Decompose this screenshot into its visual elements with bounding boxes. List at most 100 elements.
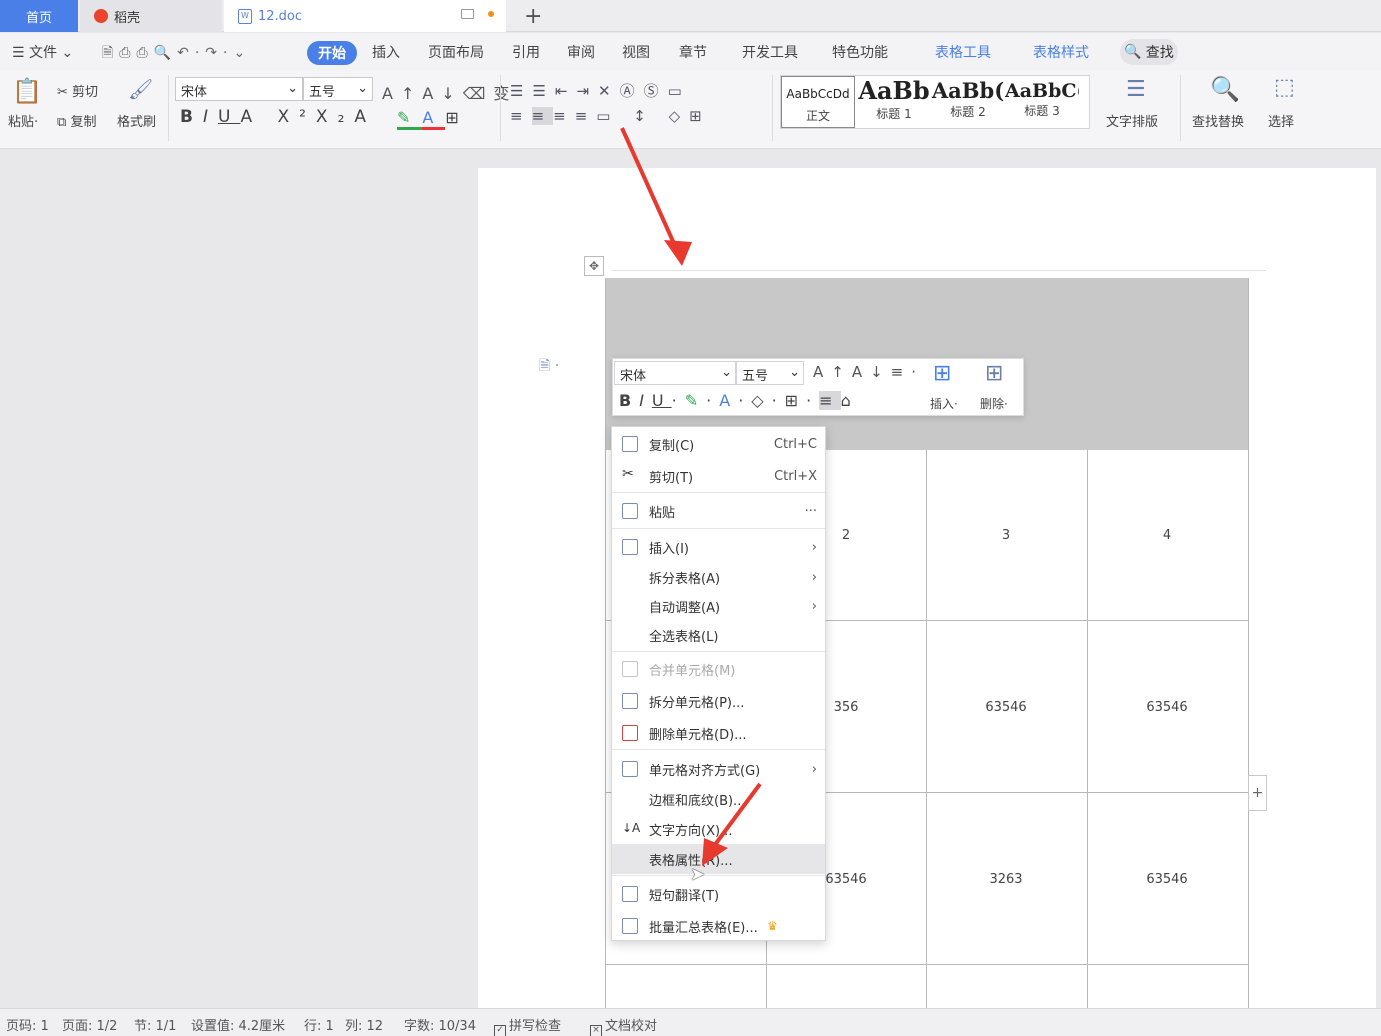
table-move-handle-icon[interactable]: ✥ [584, 256, 604, 276]
add-column-button[interactable]: + [1248, 775, 1267, 811]
spell-check-button[interactable]: ✓ 拼写检查 [494, 1015, 561, 1036]
page-margin-line [612, 270, 1266, 271]
menu-paste[interactable]: 粘贴 ··· [612, 496, 825, 526]
merge-cells-icon [622, 661, 638, 677]
style-heading-1[interactable]: AaBb 标题 1 [857, 76, 931, 128]
search-button[interactable]: 🔍 查找 [1120, 39, 1178, 65]
menu-split-cells[interactable]: 拆分单元格(P)... [612, 686, 825, 716]
table-cell[interactable]: 3 [926, 528, 1086, 543]
style-heading-3[interactable]: AaBbC(标题 3 [1005, 76, 1079, 128]
style-normal[interactable]: AaBbCcDd 正文 [781, 76, 855, 128]
font-family-select[interactable]: 宋体 ⌄ [175, 77, 303, 101]
checkbox-icon: ✓ [494, 1025, 506, 1036]
mini-insert-icon[interactable]: ⊞ [933, 361, 951, 386]
tab-home[interactable]: 首页 [0, 0, 78, 32]
status-words[interactable]: 字数: 10/34 [404, 1015, 476, 1034]
table-cell[interactable]: 63546 [1087, 872, 1247, 887]
crown-icon: ♛ [767, 919, 778, 933]
menu-bar: ☰ 文件 ⌄ 🗎⎙⎙🔍↶·↷·⌄ 开始 插入 页面布局 引用 审阅 视图 章节 … [0, 33, 1381, 71]
proof-icon: × [590, 1025, 602, 1036]
unsaved-dot-icon [488, 11, 494, 17]
select-icon[interactable]: ⬚ [1274, 75, 1295, 100]
file-menu[interactable]: ☰ 文件 ⌄ [12, 42, 73, 62]
style-heading-2[interactable]: AaBb(标题 2 [931, 76, 1005, 128]
tab-special[interactable]: 特色功能 [832, 42, 888, 62]
list-indent-icons[interactable]: ☰☰⇤⇥✕ⒶⓈ▭ [510, 80, 691, 101]
new-tab-button[interactable]: + [516, 0, 550, 32]
tab-daoke[interactable]: 稻壳 [80, 0, 222, 32]
tab-document[interactable]: W 12.doc [224, 0, 506, 32]
copy-icon: ⧉ [57, 115, 67, 130]
mini-font-grow-icons[interactable]: A↑A↓≡· [813, 363, 924, 381]
format-painter-icon[interactable]: 🖌 [128, 77, 153, 101]
style-gallery[interactable]: AaBbCcDd 正文 AaBb 标题 1 AaBb(标题 2 AaBbC(标题 3 [780, 75, 1090, 129]
annotation-arrow-icon [702, 782, 762, 866]
tab-view[interactable]: 视图 [622, 42, 650, 62]
search-icon: 🔍 [1124, 44, 1142, 60]
find-replace-icon[interactable]: 🔍 [1210, 75, 1240, 103]
paste-icon [622, 503, 638, 519]
menu-autofit[interactable]: 自动调整(A) › [612, 591, 825, 621]
table-cell[interactable]: 63546 [1087, 700, 1247, 715]
status-row: 行: 1 [304, 1019, 334, 1034]
tab-document-label: 12.doc [258, 8, 303, 24]
annotation-arrow-icon [620, 127, 692, 266]
status-bar: 页码: 1 页面: 1/2 节: 1/1 设置值: 4.2厘米 行: 1 列: … [0, 1008, 1381, 1036]
paste-icon[interactable]: 📋 [12, 77, 42, 105]
tab-insert[interactable]: 插入 [372, 42, 400, 62]
menu-delete-cells[interactable]: 删除单元格(D)... [612, 718, 825, 748]
menu-select-table[interactable]: 全选表格(L) [612, 620, 825, 650]
tab-home-label: 首页 [25, 10, 52, 26]
copy-button[interactable]: ⧉ 复制 [57, 111, 96, 130]
highlight-color-icons[interactable]: ✎A⊞ [397, 108, 471, 130]
tab-references[interactable]: 引用 [512, 42, 540, 62]
doc-proof-button[interactable]: × 文档校对 [590, 1015, 657, 1036]
tab-dev-tools[interactable]: 开发工具 [742, 42, 798, 62]
cut-button[interactable]: ✂ 剪切 [57, 81, 98, 100]
text-layout-icon[interactable]: ☰ [1126, 77, 1146, 102]
find-replace-button[interactable]: 查找替换 [1192, 111, 1244, 130]
menu-batch-summary[interactable]: 批量汇总表格(E)... ♛ [612, 911, 825, 941]
font-size-select[interactable]: 五号 ⌄ [303, 77, 373, 101]
mini-insert-button[interactable]: 插入· [930, 395, 958, 412]
status-col: 列: 12 [345, 1019, 384, 1034]
menu-merge-cells: 合并单元格(M) [612, 654, 825, 684]
tab-bar: 首页 稻壳 W 12.doc + [0, 0, 1381, 32]
tab-page-layout[interactable]: 页面布局 [428, 42, 484, 62]
monitor-icon[interactable] [461, 9, 474, 19]
mini-font-select[interactable]: 宋体 ⌄ [614, 361, 736, 385]
paste-button[interactable]: 粘贴· [8, 111, 38, 130]
menu-translate[interactable]: 短句翻译(T) [612, 879, 825, 909]
table-cell[interactable]: 3263 [926, 872, 1086, 887]
status-setting: 设置值: 4.2厘米 [191, 1019, 286, 1034]
tab-start[interactable]: 开始 [307, 41, 357, 65]
status-pages[interactable]: 页面: 1/2 [62, 1015, 117, 1034]
menu-cut[interactable]: ✂ 剪切(T) Ctrl+X [612, 461, 825, 491]
ribbon-divider [1180, 75, 1181, 141]
font-style-icons[interactable]: BIUA X²X₂A [180, 107, 376, 127]
select-button[interactable]: 选择 [1268, 111, 1294, 130]
tab-table-style[interactable]: 表格样式 [1033, 42, 1089, 62]
mini-delete-button[interactable]: 删除· [980, 395, 1008, 412]
scissors-icon: ✂ [57, 85, 68, 100]
table-cell[interactable]: 63546 [926, 700, 1086, 715]
search-label: 查找 [1145, 45, 1174, 61]
quick-access-icons[interactable]: 🗎⎙⎙🔍↶·↷·⌄ [102, 42, 251, 66]
menu-copy[interactable]: 复制(C) Ctrl+C [612, 429, 825, 459]
mini-delete-icon[interactable]: ⊞ [985, 361, 1003, 386]
tab-chapter[interactable]: 章节 [679, 42, 707, 62]
status-page-no: 页码: 1 [6, 1019, 49, 1034]
menu-split-table[interactable]: 拆分表格(A) › [612, 562, 825, 592]
menu-insert[interactable]: 插入(I) › [612, 532, 825, 562]
tab-table-tools[interactable]: 表格工具 [935, 42, 991, 62]
page-doc-icon[interactable]: 🗎 · [539, 355, 559, 379]
text-layout-button[interactable]: 文字排版 [1106, 111, 1158, 130]
format-painter-button[interactable]: 格式刷 [117, 111, 156, 130]
mini-format-icons[interactable]: BIU·✎·A·◇·⊞·≡⌂ [619, 391, 859, 410]
table-cell[interactable]: 4 [1087, 528, 1247, 543]
tab-review[interactable]: 审阅 [567, 42, 595, 62]
mini-size-select[interactable]: 五号 ⌄ [736, 361, 804, 385]
font-grow-shrink-icons[interactable]: A↑A↓⌫变 [382, 80, 517, 104]
mini-toolbar: 宋体 ⌄ 五号 ⌄ A↑A↓≡· BIU·✎·A·◇·⊞·≡⌂ ⊞ 插入· ⊞ 删除… [612, 358, 1024, 416]
translate-icon [622, 886, 638, 902]
